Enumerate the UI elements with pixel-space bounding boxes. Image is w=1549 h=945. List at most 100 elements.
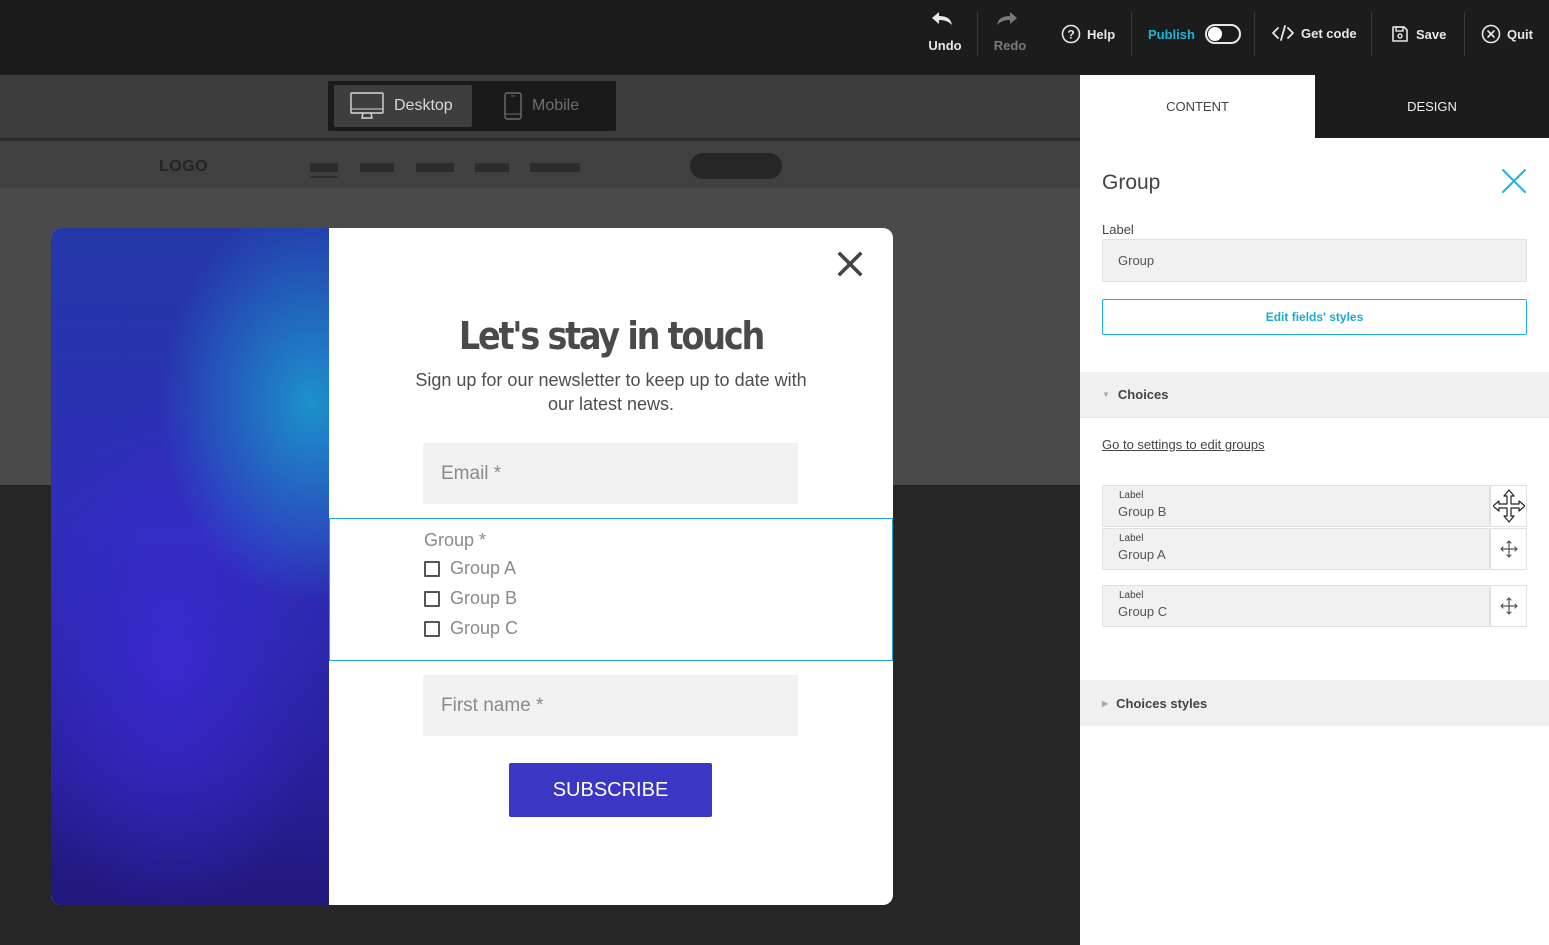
mobile-icon xyxy=(504,92,522,120)
code-icon xyxy=(1272,25,1294,41)
desktop-icon xyxy=(350,92,384,119)
get-code-button[interactable]: Get code xyxy=(1271,24,1357,42)
choice-row[interactable]: Label Group C xyxy=(1102,585,1527,627)
preview-logo: LOGO xyxy=(159,158,209,175)
choice-input-label: Label xyxy=(1119,490,1144,501)
save-icon xyxy=(1392,26,1408,42)
choice-row[interactable]: Label Group A xyxy=(1102,528,1527,570)
preview-nav-item xyxy=(475,163,509,172)
choices-styles-section-header[interactable]: ▶ Choices styles xyxy=(1080,680,1549,726)
choice-input[interactable]: Label Group A xyxy=(1102,528,1490,570)
desktop-label: Desktop xyxy=(394,97,453,114)
close-icon[interactable] xyxy=(836,250,864,278)
settings-panel: CONTENT DESIGN Group Label Edit fields' … xyxy=(1080,75,1549,945)
choice-input-label: Label xyxy=(1119,533,1144,544)
move-icon xyxy=(1492,489,1525,523)
panel-title: Group xyxy=(1102,171,1161,194)
preview-header: LOGO xyxy=(0,139,1080,188)
checkbox[interactable] xyxy=(424,560,440,577)
save-button[interactable]: Save xyxy=(1390,24,1446,44)
undo-button[interactable]: Undo xyxy=(928,10,962,53)
publish-toggle[interactable] xyxy=(1204,24,1241,44)
choices-section-header[interactable]: ▼ Choices xyxy=(1080,372,1549,418)
quit-icon xyxy=(1481,24,1501,44)
drag-handle[interactable] xyxy=(1490,485,1527,527)
checkbox[interactable] xyxy=(424,590,440,607)
choice-input-value: Group B xyxy=(1118,504,1167,519)
mobile-view-button[interactable]: Mobile xyxy=(478,85,608,127)
device-switcher: Desktop Mobile xyxy=(328,81,616,131)
choice-group-b[interactable]: Group B xyxy=(424,588,517,609)
popup-subtitle[interactable]: Sign up for our newsletter to keep up to… xyxy=(411,368,811,416)
checkbox[interactable] xyxy=(424,620,440,637)
choices-styles-label: Choices styles xyxy=(1116,695,1208,711)
choice-label: Group A xyxy=(450,558,517,578)
popup-image[interactable] xyxy=(51,228,329,905)
newsletter-popup[interactable]: Let's stay in touch Sign up for our news… xyxy=(51,228,893,905)
caret-right-icon: ▶ xyxy=(1102,698,1109,708)
group-field-selected[interactable]: Group * Group A Group B Group C xyxy=(329,518,893,661)
help-button[interactable]: ? Help xyxy=(1061,24,1115,44)
group-title: Group * xyxy=(424,530,487,550)
drag-handle[interactable] xyxy=(1490,528,1527,570)
redo-icon xyxy=(997,12,1017,25)
undo-icon xyxy=(932,12,952,25)
go-to-settings-link[interactable]: Go to settings to edit groups xyxy=(1102,437,1265,452)
panel-tabs: CONTENT DESIGN xyxy=(1080,75,1549,138)
undo-label: Undo xyxy=(928,38,962,53)
preview-nav-underline xyxy=(310,176,338,178)
toolbar-divider xyxy=(1371,12,1372,56)
redo-label: Redo xyxy=(993,38,1027,53)
toolbar-divider xyxy=(1464,12,1465,56)
choice-label: Group B xyxy=(450,588,518,608)
device-bar: Desktop Mobile xyxy=(0,75,1080,138)
tab-design[interactable]: DESIGN xyxy=(1315,75,1549,138)
top-toolbar: Undo Redo ? Help Publish Get code Save Q… xyxy=(0,0,1549,75)
publish-control[interactable]: Publish xyxy=(1148,24,1241,44)
choice-group-c[interactable]: Group C xyxy=(424,618,518,639)
tab-content[interactable]: CONTENT xyxy=(1080,75,1315,138)
editor-canvas: Desktop Mobile LOGO Let's stay in touch … xyxy=(0,75,1080,945)
help-label: Help xyxy=(1087,26,1116,42)
choice-input[interactable]: Label Group C xyxy=(1102,585,1490,627)
email-field[interactable]: Email * xyxy=(423,443,798,504)
choice-input-label: Label xyxy=(1119,590,1144,601)
preview-nav-item xyxy=(360,163,394,172)
choice-input[interactable]: Label Group B xyxy=(1102,485,1490,527)
choice-input-value: Group C xyxy=(1118,604,1168,619)
choice-group-a[interactable]: Group A xyxy=(424,558,516,579)
move-icon xyxy=(1499,540,1518,558)
label-caption: Label xyxy=(1102,222,1134,237)
first-name-field[interactable]: First name * xyxy=(423,675,798,736)
edit-fields-styles-button[interactable]: Edit fields' styles xyxy=(1102,299,1527,335)
desktop-view-button[interactable]: Desktop xyxy=(334,85,472,127)
toolbar-divider xyxy=(1131,12,1132,56)
label-input[interactable] xyxy=(1102,239,1527,282)
publish-label: Publish xyxy=(1148,26,1195,42)
toolbar-divider xyxy=(1254,12,1255,56)
choice-input-value: Group A xyxy=(1118,547,1166,562)
save-label: Save xyxy=(1416,26,1447,42)
choice-label: Group C xyxy=(450,618,519,638)
choices-section-label: Choices xyxy=(1117,387,1169,402)
drag-handle[interactable] xyxy=(1490,585,1527,627)
choice-row[interactable]: Label Group B xyxy=(1102,485,1527,527)
toolbar-divider xyxy=(977,12,978,56)
get-code-label: Get code xyxy=(1301,25,1357,41)
preview-nav-item xyxy=(416,163,454,172)
move-icon xyxy=(1499,597,1518,615)
caret-down-icon: ▼ xyxy=(1102,390,1110,399)
preview-cta-pill xyxy=(690,153,782,179)
preview-nav-item xyxy=(310,163,338,172)
toggle-knob xyxy=(1207,27,1222,41)
redo-button[interactable]: Redo xyxy=(992,10,1028,53)
svg-text:?: ? xyxy=(1067,28,1074,42)
subscribe-button[interactable]: SUBSCRIBE xyxy=(509,763,712,817)
popup-title[interactable]: Let's stay in touch xyxy=(363,314,859,358)
help-icon: ? xyxy=(1061,24,1081,44)
quit-label: Quit xyxy=(1507,26,1533,42)
preview-nav-item xyxy=(530,163,580,172)
close-icon[interactable] xyxy=(1500,167,1528,195)
quit-button[interactable]: Quit xyxy=(1481,24,1533,44)
mobile-label: Mobile xyxy=(532,97,580,114)
